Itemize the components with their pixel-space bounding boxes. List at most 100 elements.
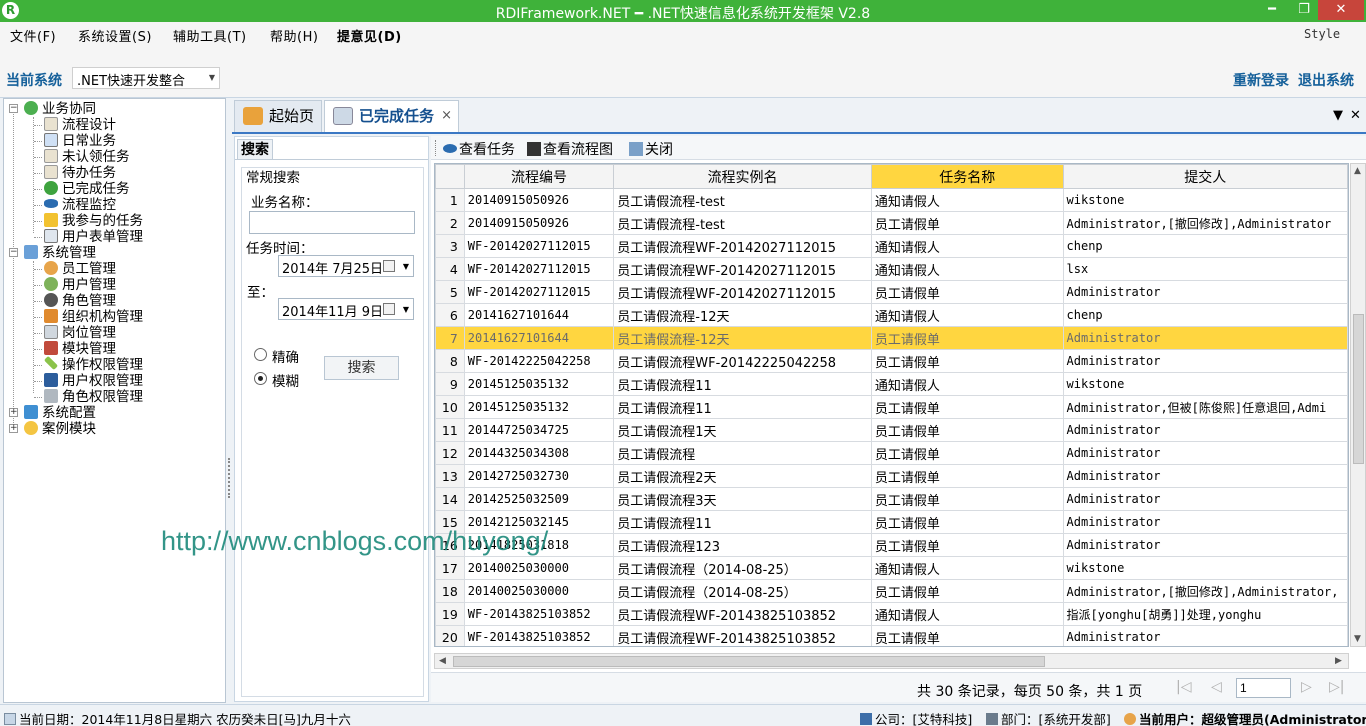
table-cell[interactable]: 20142725032730 xyxy=(463,464,615,488)
close-icon[interactable]: × xyxy=(441,101,452,131)
table-row[interactable]: 2 20140915050926 员工请假流程-test 员工请假单 Administr… xyxy=(435,211,1348,235)
table-cell[interactable]: wikstone xyxy=(1062,188,1348,212)
menu-feedback[interactable]: 提意见(D) xyxy=(337,26,402,45)
table-cell[interactable]: Administrator xyxy=(1062,326,1348,350)
table-row[interactable]: 12 20144325034308 员工请假流程 员工请假单 Administrator xyxy=(435,441,1348,465)
scroll-thumb[interactable] xyxy=(1353,314,1364,464)
tree-collapse-icon[interactable]: − xyxy=(9,248,18,257)
table-cell[interactable]: WF-20143825103852 xyxy=(463,602,615,626)
table-row[interactable]: 7 20141627101644 员工请假流程-12天 员工请假单 Administra… xyxy=(435,326,1348,350)
table-row[interactable]: 3 WF-20142027112015 员工请假流程WF-2014202711201… xyxy=(435,234,1348,258)
panel-splitter[interactable] xyxy=(226,98,232,703)
tree-collapse-icon[interactable]: − xyxy=(9,104,18,113)
maximize-button[interactable]: ❐ xyxy=(1290,0,1318,20)
view-flowchart-button[interactable]: 查看流程图 xyxy=(527,139,613,159)
tree-expand-icon[interactable]: + xyxy=(9,408,18,417)
table-row[interactable]: 6 20141627101644 员工请假流程-12天 通知请假人 chenp xyxy=(435,303,1348,327)
tree-group-system[interactable]: 系统管理 xyxy=(24,245,96,261)
table-row[interactable]: 9 20145125035132 员工请假流程11 通知请假人 wikstone xyxy=(435,372,1348,396)
table-cell[interactable]: Administrator xyxy=(1062,464,1348,488)
table-cell[interactable]: Administrator xyxy=(1062,349,1348,373)
table-cell[interactable]: 20141627101644 xyxy=(463,303,615,327)
view-task-button[interactable]: 查看任务 xyxy=(443,139,515,159)
table-row[interactable]: 1 20140915050926 员工请假流程-test 通知请假人 wikstone xyxy=(435,188,1348,212)
relogin-link[interactable]: 重新登录 xyxy=(1233,70,1289,90)
table-cell[interactable]: 20141627101644 xyxy=(463,326,615,350)
table-cell[interactable]: chenp xyxy=(1062,234,1348,258)
tab-menu-button[interactable]: ▼ xyxy=(1333,108,1343,123)
table-cell[interactable]: 员工请假流程-12天 xyxy=(613,303,872,327)
table-cell[interactable]: 员工请假流程2天 xyxy=(613,464,872,488)
column-header[interactable]: 流程编号 xyxy=(463,164,615,189)
logout-link[interactable]: 退出系统 xyxy=(1298,70,1354,90)
table-cell[interactable]: 20144725034725 xyxy=(463,418,615,442)
style-menu[interactable]: Style xyxy=(1304,27,1340,41)
table-cell[interactable]: 通知请假人 xyxy=(870,556,1064,580)
scroll-up-icon[interactable]: ▲ xyxy=(1354,166,1361,176)
table-row[interactable]: 20 WF-20143825103852 员工请假流程WF-201438251038… xyxy=(435,625,1348,646)
table-cell[interactable]: 20140025030000 xyxy=(463,579,615,603)
table-cell[interactable]: 通知请假人 xyxy=(870,602,1064,626)
table-cell[interactable]: Administrator,[撤回修改],Administrator, xyxy=(1062,579,1348,603)
tree-item-post[interactable]: 岗位管理 xyxy=(44,325,116,341)
menu-settings[interactable]: 系统设置(S) xyxy=(78,26,152,45)
table-cell[interactable]: 20145125035132 xyxy=(463,372,615,396)
table-cell[interactable]: 员工请假流程（2014-08-25） xyxy=(613,556,872,580)
table-row[interactable]: 10 20145125035132 员工请假流程11 员工请假单 Administrat… xyxy=(435,395,1348,419)
table-cell[interactable]: 员工请假流程WF-20142027112015 xyxy=(613,234,872,258)
fuzzy-radio[interactable] xyxy=(254,372,267,385)
table-cell[interactable]: 员工请假流程1天 xyxy=(613,418,872,442)
table-cell[interactable]: 员工请假单 xyxy=(870,326,1064,350)
search-button[interactable]: 搜索 xyxy=(324,356,399,380)
table-cell[interactable]: 员工请假单 xyxy=(870,625,1064,646)
table-row[interactable]: 5 WF-20142027112015 员工请假流程WF-2014202711201… xyxy=(435,280,1348,304)
table-row[interactable]: 19 WF-20143825103852 员工请假流程WF-201438251038… xyxy=(435,602,1348,626)
table-cell[interactable]: Administrator xyxy=(1062,533,1348,557)
tab-close-all-button[interactable]: ✕ xyxy=(1350,108,1361,123)
table-cell[interactable]: chenp xyxy=(1062,303,1348,327)
tree-item-monitor[interactable]: 流程监控 xyxy=(44,197,116,213)
tree-item-unclaimed[interactable]: 未认领任务 xyxy=(44,149,130,165)
page-number-input[interactable] xyxy=(1236,678,1291,698)
tree-item-module[interactable]: 模块管理 xyxy=(44,341,116,357)
system-select[interactable]: .NET快速开发整合 ▼ xyxy=(72,67,220,89)
table-row[interactable]: 18 20140025030000 员工请假流程（2014-08-25） 员工请假单 A… xyxy=(435,579,1348,603)
table-cell[interactable]: Administrator xyxy=(1062,510,1348,534)
tree-item-form-manage[interactable]: 用户表单管理 xyxy=(44,229,143,245)
tree-item-org[interactable]: 组织机构管理 xyxy=(44,309,143,325)
table-cell[interactable]: 员工请假流程3天 xyxy=(613,487,872,511)
table-row[interactable]: 13 20142725032730 员工请假流程2天 员工请假单 Administrat… xyxy=(435,464,1348,488)
close-window-button[interactable]: ✕ xyxy=(1318,0,1364,20)
table-cell[interactable]: 20140915050926 xyxy=(463,188,615,212)
table-cell[interactable]: 员工请假流程11 xyxy=(613,395,872,419)
table-cell[interactable]: 员工请假流程WF-20143825103852 xyxy=(613,625,872,646)
table-cell[interactable]: Administrator,[撤回修改],Administrator xyxy=(1062,211,1348,235)
minimize-button[interactable]: ━ xyxy=(1258,0,1286,20)
tree-item-employee[interactable]: 员工管理 xyxy=(44,261,116,277)
tree-item-user-perm[interactable]: 用户权限管理 xyxy=(44,373,143,389)
tree-expand-icon[interactable]: + xyxy=(9,424,18,433)
table-cell[interactable]: lsx xyxy=(1062,257,1348,281)
table-cell[interactable]: 通知请假人 xyxy=(870,303,1064,327)
tree-group-config[interactable]: 系统配置 xyxy=(24,405,96,421)
table-cell[interactable]: 指派[yonghu[胡勇]]处理,yonghu xyxy=(1062,602,1348,626)
close-button[interactable]: 关闭 xyxy=(629,139,673,159)
horizontal-scrollbar[interactable]: ◀ ▶ xyxy=(434,653,1349,669)
column-header[interactable]: 提交人 xyxy=(1062,164,1348,189)
column-header[interactable]: 任务名称 xyxy=(870,164,1064,189)
table-cell[interactable]: Administrator xyxy=(1062,280,1348,304)
tree-item-role-perm[interactable]: 角色权限管理 xyxy=(44,389,143,405)
table-cell[interactable]: 员工请假流程11 xyxy=(613,510,872,534)
table-cell[interactable]: Administrator xyxy=(1062,625,1348,646)
tree-item-op-perm[interactable]: 操作权限管理 xyxy=(43,355,143,373)
table-cell[interactable]: 20140915050926 xyxy=(463,211,615,235)
menu-help[interactable]: 帮助(H) xyxy=(270,26,318,45)
table-cell[interactable]: 通知请假人 xyxy=(870,188,1064,212)
table-cell[interactable]: 员工请假流程WF-20142027112015 xyxy=(613,280,872,304)
table-row[interactable]: 15 20142125032145 员工请假流程11 员工请假单 Administrat… xyxy=(435,510,1348,534)
table-cell[interactable]: 员工请假单 xyxy=(870,211,1064,235)
table-cell[interactable]: 员工请假单 xyxy=(870,418,1064,442)
table-cell[interactable]: 员工请假单 xyxy=(870,579,1064,603)
menu-file[interactable]: 文件(F) xyxy=(10,26,56,45)
table-cell[interactable]: 员工请假单 xyxy=(870,464,1064,488)
